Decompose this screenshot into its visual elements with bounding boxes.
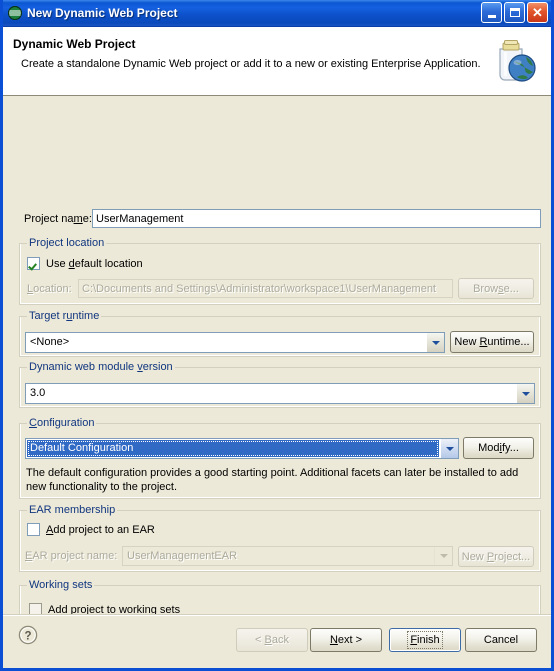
cancel-button[interactable]: Cancel — [465, 628, 537, 652]
svg-text:?: ? — [24, 630, 31, 642]
dialog-window: New Dynamic Web Project ✕ Dynamic Web Pr… — [0, 0, 554, 671]
chevron-down-icon[interactable] — [440, 439, 458, 458]
page-title: Dynamic Web Project — [13, 37, 136, 51]
browse-button: Browse... — [458, 278, 534, 299]
ear-project-name-label: EAR project name: — [25, 550, 118, 562]
target-runtime-combo[interactable]: <None> — [25, 332, 445, 353]
new-project-button: New Project... — [458, 546, 534, 567]
project-name-label: Project name: — [24, 213, 92, 225]
add-project-to-ear-checkbox[interactable]: Add project to an EAR — [27, 523, 155, 536]
configuration-group-label: Configuration — [27, 417, 97, 429]
add-project-to-ear-label: Add project to an EAR — [46, 523, 155, 536]
window-title: New Dynamic Web Project — [27, 6, 178, 20]
project-name-input[interactable]: UserManagement — [92, 209, 541, 228]
maximize-icon — [509, 8, 520, 17]
modify-button[interactable]: Modify... — [463, 437, 534, 459]
chevron-down-icon[interactable] — [516, 384, 534, 403]
close-icon: ✕ — [532, 5, 543, 20]
use-default-location-checkbox[interactable]: Use default location — [27, 257, 143, 270]
configuration-value: Default Configuration — [27, 440, 439, 457]
back-button: < Back — [236, 628, 308, 652]
module-version-value: 3.0 — [30, 387, 46, 399]
ear-project-name-value: UserManagementEAR — [127, 550, 238, 562]
configuration-description: The default configuration provides a goo… — [26, 467, 519, 493]
location-label: Location: — [27, 283, 72, 295]
ear-project-name-combo: UserManagementEAR — [122, 546, 453, 566]
chevron-down-icon — [434, 547, 452, 565]
next-button[interactable]: Next > — [310, 628, 382, 652]
module-version-group-label: Dynamic web module version — [27, 361, 175, 373]
ear-membership-group-label: EAR membership — [27, 504, 118, 516]
web-project-jar-globe-icon — [486, 33, 542, 89]
checkbox-box-checked — [27, 257, 40, 270]
target-runtime-value: <None> — [30, 336, 70, 348]
title-bar[interactable]: New Dynamic Web Project ✕ — [3, 0, 551, 27]
working-sets-group-label: Working sets — [27, 579, 95, 591]
close-button[interactable]: ✕ — [527, 2, 548, 23]
chevron-down-icon[interactable] — [426, 333, 444, 352]
window-controls: ✕ — [481, 2, 548, 23]
configuration-combo[interactable]: Default Configuration — [25, 438, 459, 459]
maximize-button[interactable] — [504, 2, 525, 23]
finish-button[interactable]: Finish — [389, 628, 461, 652]
help-question-icon[interactable]: ? — [18, 625, 38, 645]
checkbox-box-unchecked — [27, 523, 40, 536]
wizard-page-content: Project name: UserManagement Project loc… — [3, 96, 551, 665]
minimize-icon — [487, 14, 496, 18]
dialog-footer: ? < Back Next > Finish Cancel — [3, 614, 551, 665]
use-default-location-label: Use default location — [46, 257, 143, 270]
project-location-group-label: Project location — [27, 237, 107, 249]
globe-icon — [7, 5, 23, 21]
wizard-header: Dynamic Web Project Create a standalone … — [3, 27, 551, 96]
target-runtime-group-label: Target runtime — [27, 310, 102, 322]
minimize-button[interactable] — [481, 2, 502, 23]
module-version-combo[interactable]: 3.0 — [25, 383, 535, 404]
location-input: C:\Documents and Settings\Administrator\… — [78, 279, 453, 298]
page-description: Create a standalone Dynamic Web project … — [21, 58, 481, 70]
new-runtime-button[interactable]: New Runtime... — [450, 331, 534, 353]
